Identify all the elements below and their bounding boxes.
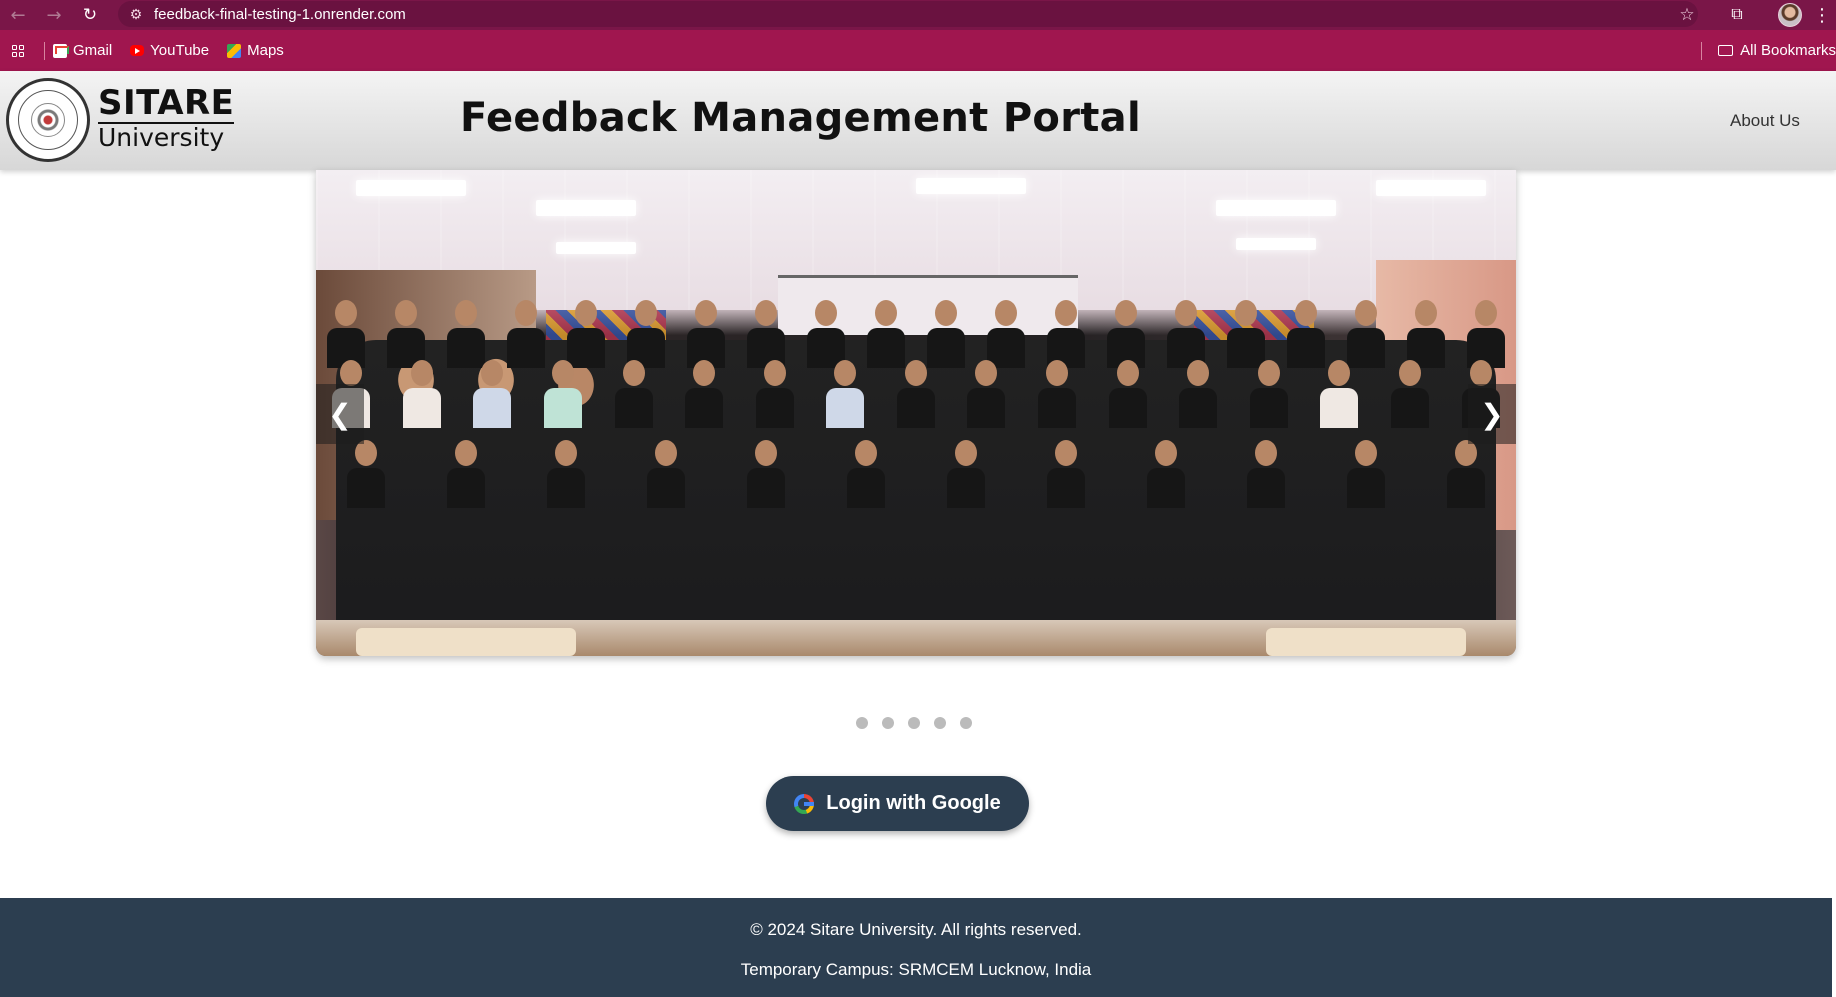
site-info-icon[interactable]: ⚙ — [118, 6, 154, 23]
carousel-dot[interactable] — [908, 717, 920, 729]
bookmark-label: YouTube — [150, 42, 210, 59]
about-us-link[interactable]: About Us — [1730, 111, 1800, 131]
bookmark-label: Maps — [247, 42, 284, 59]
youtube-icon — [130, 45, 145, 56]
maps-icon — [227, 43, 242, 58]
bookmark-youtube[interactable]: YouTube — [130, 42, 209, 59]
apps-grid-icon[interactable] — [0, 44, 36, 57]
browser-menu-icon[interactable]: ⋮ — [1812, 0, 1832, 30]
page-title: Feedback Management Portal — [460, 95, 1141, 141]
site-footer: © 2024 Sitare University. All rights res… — [0, 898, 1832, 997]
all-bookmarks[interactable]: All Bookmarks — [1701, 30, 1836, 71]
back-icon[interactable]: ← — [0, 0, 36, 30]
google-icon — [794, 793, 815, 814]
carousel-dot[interactable] — [934, 717, 946, 729]
university-wordmark[interactable]: SITARE University — [98, 83, 235, 152]
bookmark-separator — [44, 41, 45, 60]
url-text[interactable]: feedback-final-testing-1.onrender.com — [154, 6, 406, 23]
login-with-google-button[interactable]: Login with Google — [766, 776, 1029, 831]
campus-text: Temporary Campus: SRMCEM Lucknow, India — [740, 960, 1092, 979]
carousel-prev-button[interactable]: ❮ — [316, 384, 364, 444]
gmail-icon — [53, 43, 69, 58]
bookmarks-bar: Gmail YouTube Maps All Bookmarks — [0, 30, 1836, 71]
forward-icon[interactable]: → — [36, 0, 72, 30]
carousel-next-button[interactable]: ❯ — [1468, 384, 1516, 444]
bookmark-separator — [1701, 41, 1703, 60]
all-bookmarks-label: All Bookmarks — [1740, 42, 1836, 59]
carousel-dot[interactable] — [960, 717, 972, 729]
bookmark-maps[interactable]: Maps — [227, 42, 284, 59]
login-label: Login with Google — [826, 792, 1001, 814]
profile-avatar[interactable] — [1778, 3, 1802, 27]
address-bar[interactable]: ⚙ feedback-final-testing-1.onrender.com — [118, 1, 1698, 27]
bookmark-gmail[interactable]: Gmail — [53, 42, 112, 59]
image-carousel: ❮ ❯ — [316, 170, 1516, 656]
carousel-indicators — [856, 717, 986, 729]
reload-icon[interactable]: ↻ — [72, 0, 108, 30]
bookmark-star-icon[interactable]: ☆ — [1672, 0, 1702, 30]
extensions-icon[interactable]: ⧉ — [1722, 0, 1752, 30]
logo-line2: University — [98, 123, 225, 152]
folder-icon — [1718, 45, 1734, 56]
carousel-dot[interactable] — [882, 717, 894, 729]
site-header: SITARE University Feedback Management Po… — [0, 71, 1836, 170]
carousel-dot[interactable] — [856, 717, 868, 729]
bookmark-label: Gmail — [73, 42, 113, 59]
logo-line1: SITARE — [98, 83, 235, 124]
copyright-text: © 2024 Sitare University. All rights res… — [750, 920, 1082, 939]
university-seal-logo[interactable] — [6, 78, 90, 162]
